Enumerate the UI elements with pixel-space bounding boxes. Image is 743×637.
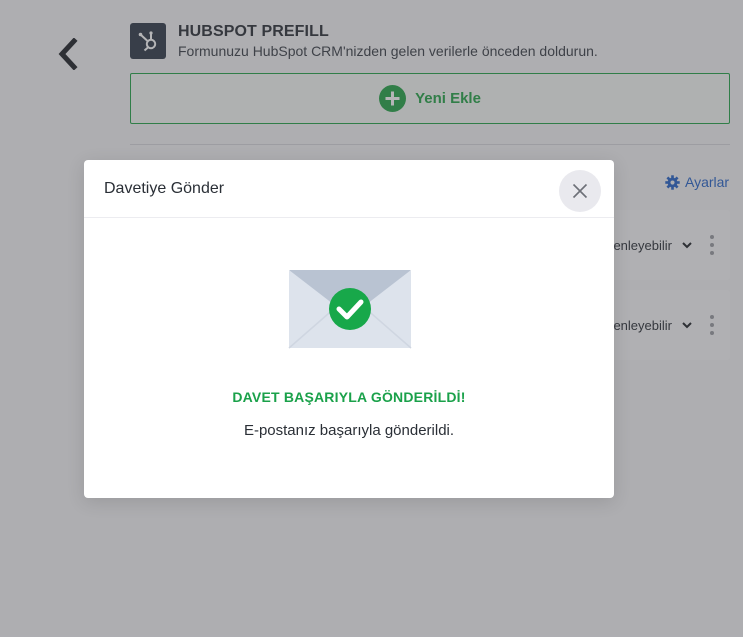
modal-header: Davetiye Gönder bbox=[84, 160, 614, 218]
success-title: DAVET BAŞARIYLA GÖNDERİLDİ! bbox=[232, 389, 466, 405]
envelope-check-icon bbox=[288, 270, 412, 349]
modal-title: Davetiye Gönder bbox=[104, 179, 225, 197]
page: HUBSPOT PREFILL Formunuzu HubSpot CRM'ni… bbox=[0, 0, 743, 637]
send-invite-modal: Davetiye Gönder DAVET BAŞARIYLA GÖNDERİL… bbox=[84, 160, 614, 498]
success-message: E-postanız başarıyla gönderildi. bbox=[243, 422, 455, 439]
close-icon bbox=[572, 183, 588, 199]
close-button[interactable] bbox=[559, 170, 601, 212]
